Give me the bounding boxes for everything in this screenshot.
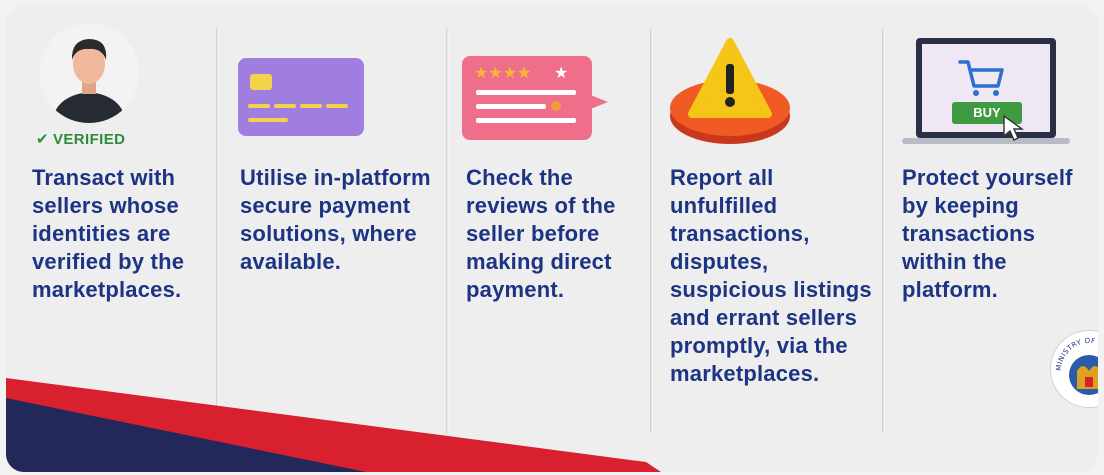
- tip-text-secure-payment: Utilise in-platform secure payment solut…: [240, 165, 431, 274]
- tip-text-check-reviews: Check the reviews of the seller before m…: [466, 165, 616, 302]
- tip-text-stay-in-platform: Protect yourself by keeping transactions…: [902, 165, 1073, 302]
- infographic-card: ✔ VERIFIED ★★★★ ★ BUY Transact with sell…: [6, 6, 1098, 472]
- verified-badge: ✔ VERIFIED: [36, 130, 125, 148]
- checkmark-icon: ✔: [36, 131, 49, 148]
- ministry-seal-icon: MINISTRY OF HOME AFFAIRS: [1048, 325, 1098, 408]
- user-avatar-icon: [39, 23, 139, 123]
- tip-text-report-issues: Report all unfulfilled transactions, dis…: [670, 165, 872, 386]
- warning-icon: [670, 38, 790, 144]
- svg-text:★★★★: ★★★★: [474, 63, 531, 82]
- verified-label: VERIFIED: [52, 131, 126, 148]
- buy-button-label: BUY: [973, 105, 1001, 120]
- review-stars-icon: ★★★★ ★: [462, 56, 608, 140]
- svg-text:★: ★: [554, 63, 568, 82]
- credit-card-icon: [238, 58, 364, 136]
- laptop-cart-icon: [902, 38, 1070, 144]
- cursor-icon: [1003, 114, 1025, 141]
- tip-text-verified-sellers: Transact with sellers whose identities a…: [32, 165, 185, 302]
